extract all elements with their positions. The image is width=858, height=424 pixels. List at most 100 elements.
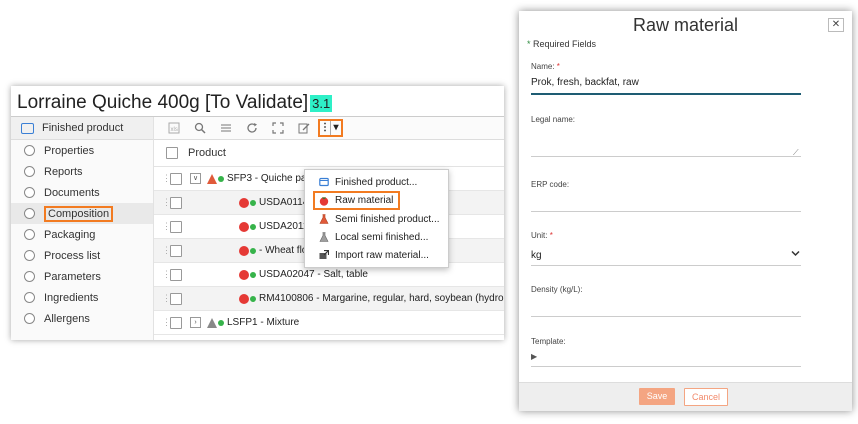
product-panel: Lorraine Quiche 400g [To Validate] 3.1 Fi… bbox=[11, 86, 504, 340]
sidebar-item-reports[interactable]: Reports bbox=[11, 161, 153, 182]
unit-select-underline bbox=[531, 265, 801, 266]
status-dot-icon bbox=[250, 247, 256, 254]
export-icon[interactable]: xls bbox=[166, 120, 182, 136]
table-row[interactable]: ⋮ RM4100806 - Margarine, regular, hard, … bbox=[154, 287, 504, 311]
chevron-down-icon: ▾ bbox=[330, 121, 341, 135]
row-checkbox[interactable] bbox=[170, 316, 182, 329]
unit-select[interactable]: kg bbox=[531, 250, 799, 261]
status-dot-icon bbox=[250, 223, 256, 230]
template-play-icon[interactable]: ▶ bbox=[531, 352, 799, 361]
legal-name-label: Legal name: bbox=[531, 115, 576, 124]
required-star-icon: * bbox=[527, 39, 531, 49]
save-button[interactable]: Save bbox=[639, 388, 675, 405]
sidebar-item-process-list[interactable]: Process list bbox=[11, 245, 153, 266]
row-checkbox[interactable] bbox=[170, 244, 182, 257]
svg-text:xls: xls bbox=[171, 127, 178, 133]
drag-handle-icon[interactable]: ⋮ bbox=[162, 293, 171, 304]
sidebar-item-label: Packaging bbox=[44, 228, 96, 241]
refresh-icon[interactable] bbox=[244, 120, 260, 136]
expand-row-icon[interactable]: › bbox=[190, 317, 201, 328]
radio-icon bbox=[24, 229, 35, 240]
tomato-icon bbox=[239, 293, 249, 304]
menu-item-label: Finished product... bbox=[335, 176, 418, 188]
name-label: Name: * bbox=[531, 62, 560, 71]
select-all-checkbox[interactable] bbox=[166, 147, 178, 159]
flask-icon bbox=[319, 232, 329, 242]
unit-label: Unit: * bbox=[531, 231, 553, 240]
menu-item-raw-material[interactable]: Raw material bbox=[313, 191, 400, 210]
version-badge: 3.1 bbox=[310, 95, 333, 112]
sidebar-item-label: Composition bbox=[44, 205, 114, 222]
density-field[interactable] bbox=[531, 316, 801, 317]
row-checkbox[interactable] bbox=[170, 292, 182, 305]
sidebar-item-properties[interactable]: Properties bbox=[11, 140, 153, 161]
menu-item-finished-product[interactable]: Finished product... bbox=[305, 173, 448, 191]
resize-handle-icon[interactable]: ⟋ bbox=[793, 148, 799, 158]
tomato-icon bbox=[319, 196, 329, 206]
close-icon[interactable]: ✕ bbox=[828, 18, 844, 32]
table-row[interactable]: ⋮ › LSFP1 - Mixture bbox=[154, 311, 504, 335]
add-menu-button[interactable]: ⋮ ▾ bbox=[318, 119, 343, 137]
legal-name-field[interactable] bbox=[531, 156, 801, 157]
flask-icon bbox=[319, 214, 329, 224]
status-dot-icon bbox=[218, 319, 224, 326]
list-view-icon[interactable] bbox=[218, 120, 234, 136]
sidebar-item-composition[interactable]: Composition bbox=[11, 203, 153, 224]
add-menu-dropdown: Finished product... Raw material Semi fi… bbox=[304, 169, 449, 268]
sidebar-item-allergens[interactable]: Allergens bbox=[11, 308, 153, 329]
name-field-underline bbox=[531, 93, 801, 95]
collapse-icon[interactable]: ∨ bbox=[190, 173, 201, 184]
status-dot-icon bbox=[250, 199, 256, 206]
drag-handle-icon[interactable]: ⋮ bbox=[162, 173, 171, 184]
sidebar-item-packaging[interactable]: Packaging bbox=[11, 224, 153, 245]
menu-item-import-raw-material[interactable]: Import raw material... bbox=[305, 246, 448, 264]
expand-icon[interactable] bbox=[270, 120, 286, 136]
tomato-icon bbox=[239, 221, 249, 232]
row-checkbox[interactable] bbox=[170, 268, 182, 281]
import-icon bbox=[319, 250, 329, 259]
drag-handle-icon[interactable]: ⋮ bbox=[162, 317, 171, 328]
radio-icon bbox=[24, 292, 35, 303]
tomato-icon bbox=[239, 269, 249, 280]
density-label: Density (kg/L): bbox=[531, 285, 583, 294]
menu-item-label: Raw material bbox=[335, 195, 394, 206]
unit-label-text: Unit: bbox=[531, 231, 548, 240]
edit-icon[interactable] bbox=[296, 120, 312, 136]
sidebar-item-parameters[interactable]: Parameters bbox=[11, 266, 153, 287]
composition-view: xls ⋮ ▾ Product ⋮ ∨ SFP3 - Quiche pastry… bbox=[154, 117, 504, 340]
required-fields-note: * Required Fields bbox=[527, 39, 596, 49]
sidebar: Finished product Properties Reports Docu… bbox=[11, 117, 154, 340]
menu-item-label: Local semi finished... bbox=[335, 231, 429, 243]
row-checkbox[interactable] bbox=[170, 220, 182, 233]
finished-product-icon bbox=[21, 122, 34, 134]
column-header-product[interactable]: Product bbox=[188, 147, 226, 159]
drag-handle-icon[interactable]: ⋮ bbox=[162, 221, 171, 232]
erp-code-field[interactable] bbox=[531, 211, 801, 212]
finished-product-icon bbox=[319, 177, 329, 187]
flask-icon bbox=[207, 317, 217, 328]
cancel-button[interactable]: Cancel bbox=[684, 388, 728, 406]
tomato-icon bbox=[239, 197, 249, 208]
menu-item-local-semi-finished[interactable]: Local semi finished... bbox=[305, 228, 448, 246]
name-label-text: Name: bbox=[531, 62, 555, 71]
sidebar-item-ingredients[interactable]: Ingredients bbox=[11, 287, 153, 308]
chevron-down-icon[interactable] bbox=[791, 249, 800, 259]
search-icon[interactable] bbox=[192, 120, 208, 136]
row-checkbox[interactable] bbox=[170, 172, 182, 185]
template-field[interactable] bbox=[531, 366, 801, 367]
table-header: Product bbox=[154, 140, 504, 167]
tomato-icon bbox=[239, 245, 249, 256]
dialog-title: Raw material bbox=[632, 15, 739, 35]
row-checkbox[interactable] bbox=[170, 196, 182, 209]
sidebar-item-label: Allergens bbox=[44, 312, 90, 325]
sidebar-item-documents[interactable]: Documents bbox=[11, 182, 153, 203]
raw-material-dialog: Raw material ✕ * Required Fields Name: *… bbox=[519, 11, 852, 411]
name-field[interactable]: Prok, fresh, backfat, raw bbox=[531, 77, 799, 88]
drag-handle-icon[interactable]: ⋮ bbox=[162, 269, 171, 280]
toolbar: xls ⋮ ▾ bbox=[154, 117, 504, 140]
required-note-text: Required Fields bbox=[533, 39, 597, 49]
drag-handle-icon[interactable]: ⋮ bbox=[162, 245, 171, 256]
sidebar-header[interactable]: Finished product bbox=[11, 117, 153, 140]
drag-handle-icon[interactable]: ⋮ bbox=[162, 197, 171, 208]
menu-item-semi-finished-product[interactable]: Semi finished product... bbox=[305, 210, 448, 228]
